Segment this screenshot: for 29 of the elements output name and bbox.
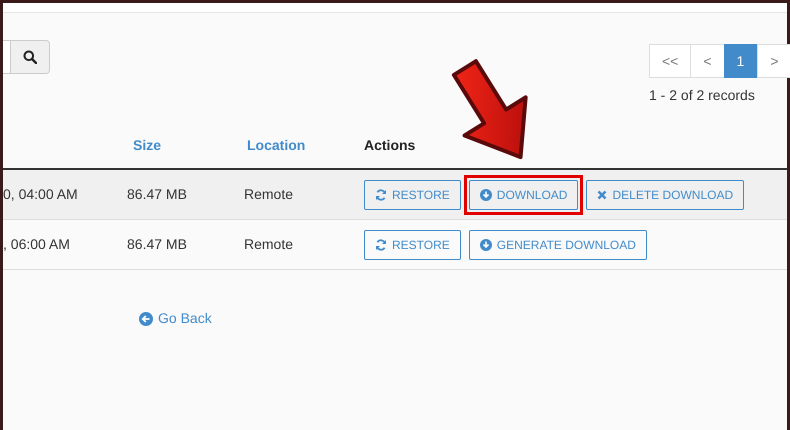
search-field[interactable] bbox=[3, 40, 11, 74]
table-cell: 86.47 MB bbox=[127, 186, 187, 202]
page-button[interactable]: << bbox=[649, 44, 690, 78]
restore-button[interactable]: RESTORE bbox=[364, 180, 461, 210]
download-button[interactable]: DOWNLOAD bbox=[468, 180, 578, 210]
go-back-link[interactable]: Go Back bbox=[139, 308, 212, 329]
download-circle-icon bbox=[480, 238, 492, 250]
table-cell: , 06:00 AM bbox=[3, 236, 70, 252]
download-button[interactable]: GENERATE DOWNLOAD bbox=[468, 230, 647, 260]
table-cell: Remote bbox=[244, 236, 294, 252]
close-icon bbox=[597, 190, 608, 200]
refresh-icon bbox=[375, 188, 387, 200]
search-icon bbox=[23, 50, 37, 64]
page-button[interactable]: > bbox=[757, 44, 790, 78]
restore-button[interactable]: RESTORE bbox=[364, 230, 461, 260]
arrow-left-circle-icon bbox=[139, 312, 153, 326]
column-header: Actions bbox=[364, 137, 416, 153]
column-header[interactable]: Size bbox=[133, 137, 162, 153]
column-header[interactable]: Location bbox=[247, 137, 306, 153]
page-button[interactable]: 1 bbox=[724, 44, 758, 78]
table-cell: 86.47 MB bbox=[127, 236, 187, 252]
page-button[interactable]: < bbox=[690, 44, 724, 78]
download-circle-icon bbox=[480, 188, 492, 200]
refresh-icon bbox=[375, 238, 387, 250]
records-count: 1 - 2 of 2 records bbox=[649, 86, 755, 105]
table-cell: 0, 04:00 AM bbox=[3, 186, 78, 202]
delete-button[interactable]: DELETE DOWNLOAD bbox=[586, 180, 744, 210]
search-button[interactable] bbox=[11, 40, 50, 74]
table-cell: Remote bbox=[244, 186, 294, 202]
